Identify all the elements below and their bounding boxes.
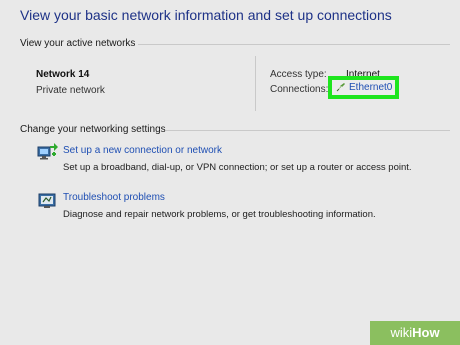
- network-setup-icon: [36, 143, 58, 168]
- watermark-wiki: wiki: [390, 325, 413, 340]
- ethernet-connection-link[interactable]: Ethernet0: [349, 82, 392, 93]
- setup-connection-description: Set up a broadband, dial-up, or VPN conn…: [63, 162, 412, 173]
- network-category: Private network: [36, 85, 105, 96]
- access-type-label: Access type:: [270, 69, 327, 80]
- section-divider: [166, 130, 450, 131]
- setup-connection-link[interactable]: Set up a new connection or network: [63, 145, 222, 156]
- page-title: View your basic network information and …: [20, 7, 392, 23]
- section-divider: [138, 44, 450, 45]
- troubleshoot-description: Diagnose and repair network problems, or…: [63, 209, 376, 220]
- troubleshoot-link[interactable]: Troubleshoot problems: [63, 192, 165, 203]
- active-networks-header: View your active networks: [20, 38, 136, 49]
- ethernet-icon: [336, 79, 346, 97]
- vertical-divider: [255, 56, 256, 111]
- wikihow-watermark: wikiHow: [370, 321, 460, 345]
- settings-header: Change your networking settings: [20, 124, 166, 135]
- connection-highlight[interactable]: Ethernet0: [328, 76, 399, 99]
- troubleshoot-icon: [38, 192, 58, 215]
- network-name: Network 14: [36, 69, 90, 80]
- connections-label: Connections:: [270, 84, 329, 95]
- watermark-how: How: [412, 325, 440, 340]
